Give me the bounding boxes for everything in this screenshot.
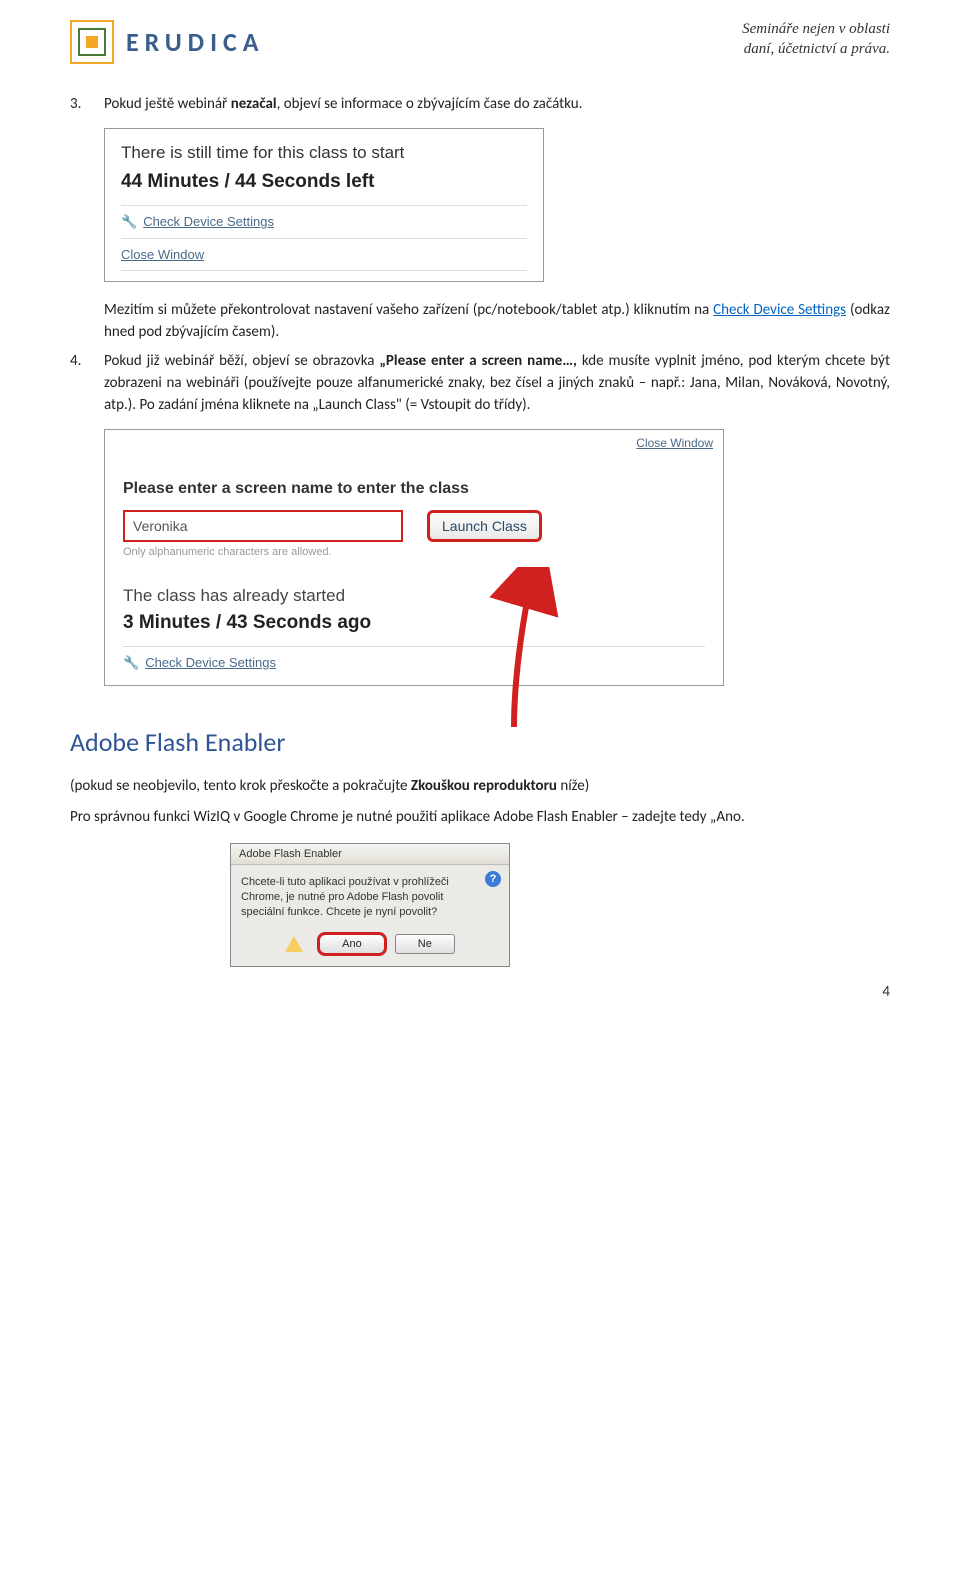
class-started-time: 3 Minutes / 43 Seconds ago (123, 612, 705, 634)
countdown-time: 44 Minutes / 44 Seconds left (121, 171, 527, 193)
section-title: Adobe Flash Enabler (70, 726, 890, 758)
launch-class-button[interactable]: Launch Class (427, 510, 542, 542)
tagline-line1: Semináře nejen v oblasti (742, 20, 890, 40)
screenshot-enter-name: Close Window Please enter a screen name … (104, 429, 724, 686)
section-body: Pro správnou funkci WizIQ v Google Chrom… (70, 807, 890, 829)
page-header: ERUDICA Semináře nejen v oblasti daní, ú… (70, 20, 890, 64)
close-window-link[interactable]: Close Window (121, 238, 527, 271)
input-hint: Only alphanumeric characters are allowed… (123, 546, 705, 558)
help-icon[interactable]: ? (485, 871, 501, 887)
class-started-title: The class has already started (123, 586, 705, 606)
step-4: 4. Pokud již webinář běží, objeví se obr… (70, 351, 890, 416)
logo-icon (70, 20, 114, 64)
step-3: 3. Pokud ještě webinář nezačal, objeví s… (70, 94, 890, 116)
enter-name-prompt: Please enter a screen name to enter the … (123, 480, 705, 498)
close-window-label: Close Window (121, 247, 204, 262)
screen-name-input[interactable]: Veronika (123, 510, 403, 542)
tagline-line2: daní, účetnictví a práva. (742, 40, 890, 60)
check-device-settings-link[interactable]: Check Device Settings (713, 301, 846, 319)
dialog-title: Adobe Flash Enabler (231, 844, 509, 865)
step-number: 3. (70, 94, 104, 116)
countdown-title: There is still time for this class to st… (121, 143, 527, 163)
check-device-link[interactable]: 🔧 Check Device Settings (123, 646, 705, 671)
section-note: (pokud se neobjevilo, tento krok přeskoč… (70, 776, 890, 798)
screenshot-countdown: There is still time for this class to st… (104, 128, 544, 282)
logo: ERUDICA (70, 20, 265, 64)
warning-icon (285, 936, 303, 952)
page-number: 4 (70, 983, 890, 1001)
check-device-link[interactable]: 🔧 Check Device Settings (121, 205, 527, 238)
step-text: Mezitím si můžete překontrolovat nastave… (104, 300, 890, 344)
check-device-label: Check Device Settings (145, 655, 276, 670)
tagline: Semináře nejen v oblasti daní, účetnictv… (742, 20, 890, 59)
dialog-text: Chcete-li tuto aplikaci používat v prohl… (241, 875, 499, 920)
step-text: Pokud ještě webinář nezačal, objeví se i… (104, 94, 890, 116)
step-text: Pokud již webinář běží, objeví se obrazo… (104, 351, 890, 416)
brand-name: ERUDICA (126, 26, 265, 58)
wrench-icon: 🔧 (123, 655, 139, 671)
close-window-link[interactable]: Close Window (105, 430, 723, 452)
screenshot-flash-dialog: Adobe Flash Enabler ? Chcete-li tuto apl… (230, 843, 510, 967)
step-number: 4. (70, 351, 104, 373)
wrench-icon: 🔧 (121, 214, 137, 230)
check-device-label: Check Device Settings (143, 214, 274, 229)
step-3-continued: Mezitím si můžete překontrolovat nastave… (70, 300, 890, 344)
yes-button[interactable]: Ano (319, 934, 385, 954)
no-button[interactable]: Ne (395, 934, 455, 954)
